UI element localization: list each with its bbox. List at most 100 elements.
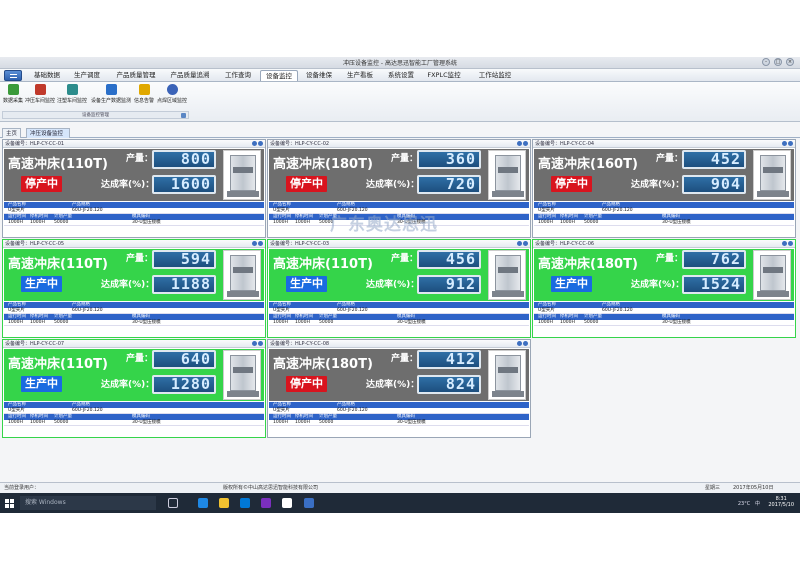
doctab-home[interactable]: 主页: [2, 128, 22, 138]
window-controls: - □ ×: [762, 58, 794, 66]
collapse-icon[interactable]: [523, 341, 528, 346]
output-display: 762: [682, 250, 746, 269]
tab-work-query[interactable]: 工作查询: [221, 70, 255, 81]
minimize-button[interactable]: -: [762, 58, 770, 66]
refresh-icon[interactable]: [517, 241, 522, 246]
rate-display: 1600: [152, 175, 216, 194]
tab-quality-management[interactable]: 产品质量管理: [112, 70, 160, 81]
refresh-icon[interactable]: [782, 141, 787, 146]
store-icon[interactable]: [240, 498, 250, 508]
status-bar: 当前登录用户： 版权所有©中山高达思迅智能科技有限公司 星期三 2017年05月…: [0, 482, 800, 493]
file-explorer-icon[interactable]: [219, 498, 229, 508]
tab-production-board[interactable]: 生产看板: [343, 70, 377, 81]
output-display: 452: [682, 150, 746, 169]
edge-icon[interactable]: [198, 498, 208, 508]
status-panel: 高速冲床(110T) 停产中 产量： 达成率(%)： 800 1600: [4, 149, 264, 201]
info-icon: [166, 84, 178, 95]
status-badge: 生产中: [286, 276, 327, 292]
product-table: 产品名称 产品规格 U型夹片 60U-JF20.120 运行时间 停机时间 计划产量 模具编码…: [4, 302, 264, 326]
rate-display: 1188: [152, 275, 216, 294]
machine-model: 高速冲床(180T): [538, 257, 638, 272]
refresh-icon[interactable]: [252, 341, 257, 346]
rate-label: 达成率(%)：: [631, 180, 685, 190]
task-view-icon[interactable]: [168, 498, 178, 508]
chrome-icon[interactable]: [282, 498, 292, 508]
product-table: 产品名称 产品规格 U型夹片 60U-JF20.120 运行时间 停机时间 计划产量 模具编码…: [269, 402, 529, 426]
product-table: 产品名称 产品规格 U型夹片 60U-JF20.120 运行时间 停机时间 计划产量 模具编码…: [534, 302, 794, 326]
doctab-equipment-monitor[interactable]: 冲压设备监控: [26, 128, 71, 138]
collapse-icon[interactable]: [258, 141, 263, 146]
status-badge: 生产中: [21, 376, 62, 392]
refresh-icon[interactable]: [252, 241, 257, 246]
output-label: 产量：: [391, 154, 419, 164]
app-menu-button[interactable]: [4, 70, 22, 81]
app-window: 冲压设备监控 - 高达思迅智能工厂管理系统 - □ × 基础数据 生产调度 产品…: [0, 57, 800, 513]
card-header: 设备编号：HLP-CY-CC-08: [268, 340, 530, 348]
rate-label: 达成率(%)：: [366, 180, 420, 190]
taskbar-clock[interactable]: 8:31 2017/5/10: [768, 496, 794, 508]
tab-system-settings[interactable]: 系统设置: [384, 70, 418, 81]
collapse-icon[interactable]: [523, 241, 528, 246]
output-display: 456: [417, 250, 481, 269]
machine-model: 高速冲床(180T): [273, 157, 373, 172]
system-tray[interactable]: 23°C 中: [738, 500, 760, 507]
status-badge: 停产中: [551, 176, 592, 192]
product-table: 产品名称 产品规格 U型夹片 60U-JF20.120 运行时间 停机时间 计划产量 模具编码…: [4, 402, 264, 426]
refresh-icon[interactable]: [782, 241, 787, 246]
machine-id: 设备编号：HLP-CY-CC-08: [270, 341, 330, 347]
collapse-icon[interactable]: [788, 141, 793, 146]
machine-id: 设备编号：HLP-CY-CC-07: [5, 341, 65, 347]
refresh-icon[interactable]: [517, 341, 522, 346]
tab-quality-trace[interactable]: 产品质量追溯: [166, 70, 214, 81]
ribbon-injection-workshop-monitor[interactable]: 注塑车间监控: [57, 84, 87, 108]
ribbon-press-workshop-monitor[interactable]: 冲压车间监控: [25, 84, 55, 108]
rate-label: 达成率(%)：: [101, 380, 155, 390]
tab-workstation-monitor[interactable]: 工作站监控: [473, 70, 517, 81]
watermark-text: 广东奥达思迅: [330, 215, 438, 235]
collapse-icon[interactable]: [523, 141, 528, 146]
refresh-icon[interactable]: [252, 141, 257, 146]
collapse-icon[interactable]: [258, 341, 263, 346]
ribbon-spot-welding-monitor[interactable]: 点焊区域监控: [157, 84, 187, 108]
machine-card: 设备编号：HLP-CY-CC-01 高速冲床(110T) 停产中 产量： 达成率(%)：…: [2, 139, 266, 238]
status-badge: 生产中: [21, 276, 62, 292]
tab-fxplc-monitor[interactable]: FXPLC监控: [425, 70, 463, 81]
tab-equipment-maintenance[interactable]: 设备维保: [302, 70, 336, 81]
rate-label: 达成率(%)：: [101, 180, 155, 190]
status-panel: 高速冲床(110T) 生产中 产量： 达成率(%)： 640 1280: [4, 349, 264, 401]
ribbon-data-collect[interactable]: 数据采集: [2, 84, 24, 108]
window-title: 冲压设备监控 - 高达思迅智能工厂管理系统: [343, 60, 457, 67]
close-button[interactable]: ×: [786, 58, 794, 66]
machine-model: 高速冲床(110T): [8, 157, 108, 172]
copyright-text: 版权所有©中山高达思迅智能科技有限公司: [223, 485, 319, 491]
output-label: 产量：: [391, 254, 419, 264]
collapse-icon[interactable]: [788, 241, 793, 246]
output-display: 640: [152, 350, 216, 369]
machine-card: 设备编号：HLP-CY-CC-06 高速冲床(180T) 生产中 产量： 达成率(%)：…: [532, 239, 796, 338]
maximize-button[interactable]: □: [774, 58, 782, 66]
rate-label: 达成率(%)：: [366, 280, 420, 290]
tab-basic-data[interactable]: 基础数据: [30, 70, 64, 81]
machine-card: 设备编号：HLP-CY-CC-05 高速冲床(110T) 生产中 产量： 达成率(%)：…: [2, 239, 266, 338]
press-machine-image: [753, 250, 791, 300]
output-label: 产量：: [656, 254, 684, 264]
tab-equipment-monitor[interactable]: 设备监控: [260, 70, 298, 81]
visual-studio-icon[interactable]: [261, 498, 271, 508]
press-machine-image: [223, 350, 261, 400]
ribbon-alarm-info[interactable]: 信息告警: [133, 84, 155, 108]
tab-production-schedule[interactable]: 生产调度: [70, 70, 104, 81]
ribbon-production-data-monitor[interactable]: 设备生产数据监测: [90, 84, 132, 108]
refresh-icon[interactable]: [517, 141, 522, 146]
product-table: 产品名称 产品规格 U型夹片 60U-JF20.120 运行时间 停机时间 计划产量 模具编码…: [4, 202, 264, 226]
collapse-icon[interactable]: [258, 241, 263, 246]
windows-start-icon[interactable]: [5, 499, 14, 508]
pin-icon[interactable]: [181, 113, 186, 118]
app-task-icon[interactable]: [304, 498, 314, 508]
output-display: 360: [417, 150, 481, 169]
weekday-text: 星期三: [705, 485, 721, 491]
machine-model: 高速冲床(110T): [8, 257, 108, 272]
machine-id: 设备编号：HLP-CY-CC-01: [5, 141, 65, 147]
press-machine-image: [488, 350, 526, 400]
card-header: 设备编号：HLP-CY-CC-05: [3, 240, 265, 248]
taskbar-search-input[interactable]: 搜索 Windows: [20, 496, 156, 510]
